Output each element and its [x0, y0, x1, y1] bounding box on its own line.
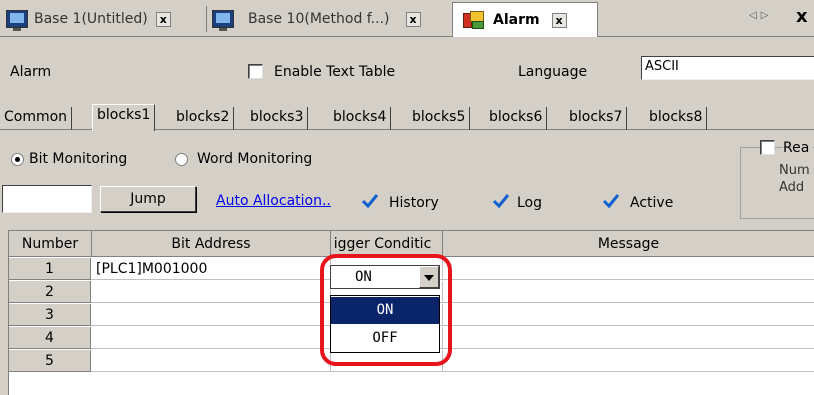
bit-monitoring-radio[interactable] [11, 153, 24, 166]
active-check-icon[interactable] [602, 193, 620, 209]
read-group-title: Rea [783, 140, 814, 156]
doc-tab-alarm[interactable]: Alarm x [452, 2, 598, 37]
row-number: 3 [9, 304, 91, 326]
bit-address-cell[interactable] [92, 327, 331, 349]
bit-address-cell[interactable] [92, 304, 331, 326]
row-number: 1 [9, 258, 91, 280]
tab-blocks2[interactable]: blocks2 [172, 107, 235, 130]
jump-button[interactable]: Jump [100, 186, 196, 212]
language-field[interactable]: ASCII [641, 56, 814, 80]
doc-tab-label: Base 1(Untitled) [34, 11, 148, 27]
doc-tab-base-1[interactable]: Base 1(Untitled) x [6, 2, 171, 36]
alarm-title: Alarm [10, 64, 52, 80]
tab-blocks1[interactable]: blocks1 [92, 104, 156, 131]
message-cell[interactable] [443, 327, 814, 349]
message-cell[interactable] [443, 258, 814, 280]
active-label: Active [630, 195, 674, 211]
row-number: 4 [9, 327, 91, 349]
tab-blocks8[interactable]: blocks8 [645, 107, 708, 130]
message-cell[interactable] [443, 350, 814, 372]
read-checkbox[interactable] [760, 140, 775, 155]
close-all-icon[interactable]: x [796, 6, 808, 27]
enable-text-table-label: Enable Text Table [274, 64, 396, 80]
log-check-icon[interactable] [492, 193, 510, 209]
alarm-settings-row: Alarm Enable Text Table Language ASCII [0, 38, 814, 102]
log-label: Log [517, 195, 543, 211]
tab-blocks4[interactable]: blocks4 [329, 107, 392, 130]
row-number: 2 [9, 281, 91, 303]
message-cell[interactable] [443, 281, 814, 303]
tab-blocks7[interactable]: blocks7 [565, 107, 628, 130]
row-number: 5 [9, 350, 91, 372]
document-tab-strip: Base 1(Untitled) x Base 10(Method f...) … [0, 0, 814, 37]
monitor-icon [212, 10, 234, 31]
jump-number-input[interactable] [2, 185, 92, 213]
history-label: History [389, 195, 439, 211]
highlight-annotation [320, 254, 452, 366]
close-icon[interactable]: x [405, 11, 421, 27]
read-group-line1: Num [779, 163, 810, 178]
tab-blocks5[interactable]: blocks5 [408, 107, 471, 130]
monitor-icon [6, 10, 28, 31]
doc-tab-label: Alarm [493, 12, 540, 28]
tab-separator [206, 6, 207, 32]
bit-address-cell[interactable] [92, 350, 331, 372]
auto-allocation-link[interactable]: Auto Allocation.. [216, 193, 331, 209]
column-header-message: Message [443, 231, 814, 257]
tab-blocks6[interactable]: blocks6 [485, 107, 548, 130]
word-monitoring-radio[interactable] [175, 153, 188, 166]
tab-blocks3[interactable]: blocks3 [246, 107, 309, 130]
history-check-icon[interactable] [361, 193, 379, 209]
enable-text-table-checkbox[interactable] [248, 64, 263, 79]
read-group-line2: Add [779, 180, 805, 195]
bit-monitoring-label: Bit Monitoring [29, 151, 128, 167]
block-tabs: Common blocks1 blocks2 blocks3 blocks4 b… [0, 102, 814, 131]
tab-common[interactable]: Common [0, 107, 73, 130]
doc-tab-label: Base 10(Method f...) [248, 11, 390, 27]
tab-scroll-arrows-icon[interactable]: ◁▷ [749, 10, 772, 21]
doc-tab-base-10[interactable]: Base 10(Method f...) x [212, 2, 421, 36]
column-header-bit-address: Bit Address [92, 231, 331, 257]
close-icon[interactable]: x [155, 11, 171, 27]
column-header-number: Number [9, 231, 92, 257]
word-monitoring-label: Word Monitoring [197, 151, 313, 167]
language-label: Language [518, 64, 588, 80]
message-cell[interactable] [443, 304, 814, 326]
close-icon[interactable]: x [551, 12, 567, 28]
bit-address-cell[interactable]: [PLC1]M001000 [92, 258, 331, 280]
bit-address-cell[interactable] [92, 281, 331, 303]
alarm-icon [463, 10, 485, 30]
